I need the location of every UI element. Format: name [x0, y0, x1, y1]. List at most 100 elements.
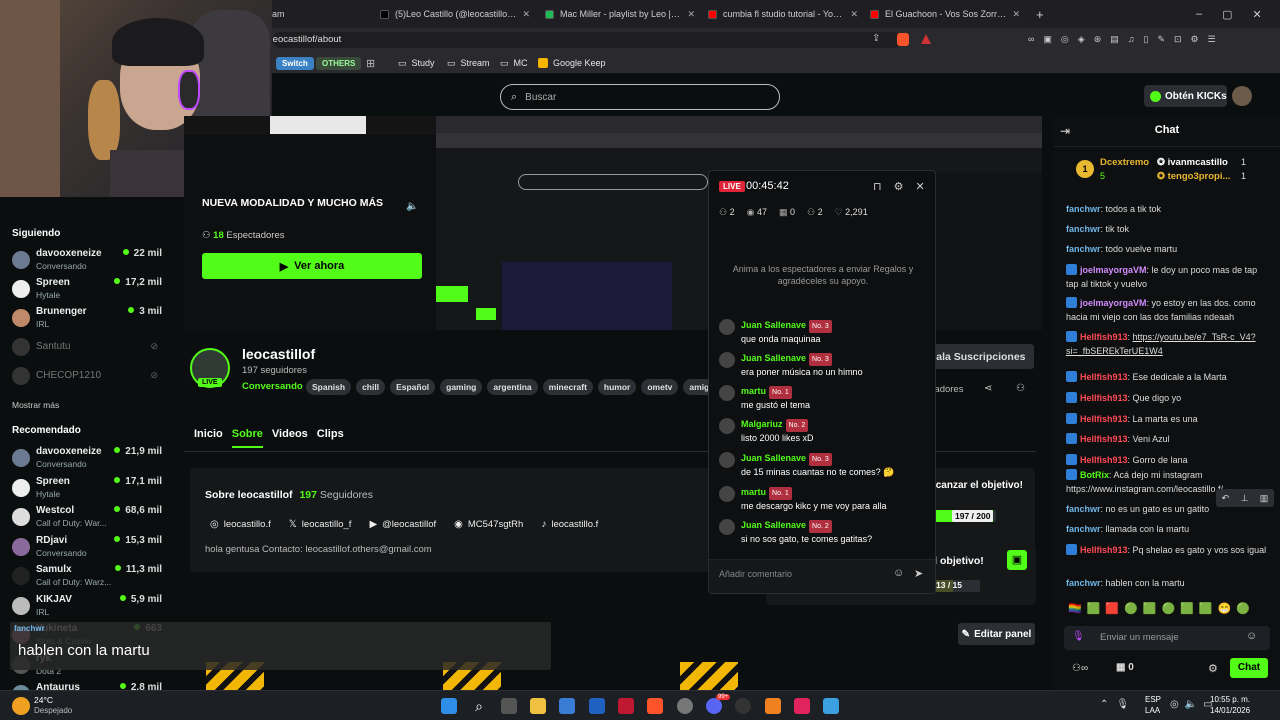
message-user[interactable]: fanchwr — [1066, 504, 1101, 514]
app-icon[interactable] — [589, 698, 605, 714]
show-more-link[interactable]: Mostrar más — [12, 400, 59, 410]
tab-close-icon[interactable]: ✕ — [687, 9, 695, 20]
message-user[interactable]: BotRix — [1080, 470, 1109, 480]
bookmark-stream[interactable]: ▭ Stream — [447, 55, 490, 71]
minimize-icon[interactable]: – — [1196, 8, 1202, 20]
message-user[interactable]: joelmayorgaVM — [1080, 298, 1147, 308]
weather-icon[interactable] — [12, 697, 30, 715]
social-link[interactable]: ♪ leocastillo.f — [541, 519, 598, 530]
browser-tab[interactable]: El Guachoon - Vos Sos Zorra - YouTu ✕ — [870, 4, 1020, 24]
bookmark-google-keep[interactable]: Google Keep — [538, 55, 606, 71]
user-avatar[interactable] — [1232, 86, 1252, 106]
tab-clips[interactable]: Clips — [317, 428, 344, 448]
chat-message[interactable]: Hellfish913: La marta es una — [1066, 412, 1272, 426]
watch-now-button[interactable]: ▶ Ver ahora — [202, 253, 422, 279]
discord-icon[interactable] — [706, 698, 722, 714]
channel-tag[interactable]: Español — [390, 379, 436, 395]
tray-icons[interactable]: ⌃🎙 — [1100, 699, 1137, 710]
send-icon[interactable]: ➤ — [914, 567, 923, 580]
apps-grid-icon[interactable]: ⊞ — [366, 55, 375, 71]
gifter-2[interactable]: ✪ ivanmcastillo — [1157, 157, 1263, 168]
chat-input[interactable]: 🎙 Enviar un mensaje ☺ — [1064, 626, 1270, 650]
tab-close-icon[interactable]: ✕ — [1012, 9, 1020, 20]
sidebar-channel[interactable]: RDjavi Conversando 15,3 mil — [12, 535, 162, 563]
chat-message[interactable]: joelmayorgaVM: le doy un poco mas de tap… — [1066, 263, 1272, 291]
social-link[interactable]: ◉ MC547sgtRh — [454, 519, 523, 530]
maximize-icon[interactable]: ▢ — [1222, 8, 1232, 21]
bookmark-study[interactable]: ▭ Study — [398, 55, 435, 71]
lock-icon[interactable]: ⊓ — [873, 181, 894, 193]
tab-videos[interactable]: Videos — [272, 428, 308, 448]
search-icon[interactable]: ⌕ — [471, 698, 487, 714]
message-user[interactable]: Hellfish913 — [1080, 332, 1128, 342]
sidebar-channel[interactable]: davooxeneize Conversando 22 mil — [12, 248, 162, 276]
tab-sobre[interactable]: Sobre — [231, 428, 263, 448]
social-link[interactable]: ▶ @leocastillof — [369, 519, 436, 530]
sidebar-channel[interactable]: Brunenger IRL 3 mil — [12, 306, 162, 334]
sidebar-channel[interactable]: Westcol Call of Duty: War... 68,6 mil — [12, 505, 162, 533]
channel-category[interactable]: Conversando — [242, 381, 303, 392]
notepad-icon[interactable] — [823, 698, 839, 714]
pin-icon[interactable]: ⊥ — [1241, 493, 1249, 504]
sidebar-channel[interactable]: KIKJAV IRL 5,9 mil — [12, 594, 162, 622]
tab-inicio[interactable]: Inicio — [194, 428, 223, 448]
url-field[interactable]: m/leocastillof/about ⇪ — [260, 32, 902, 48]
close-window-icon[interactable]: ✕ — [1253, 8, 1262, 21]
sidebar-channel[interactable]: Samulx Call of Duty: Warz... 11,3 mil — [12, 564, 162, 592]
reply-icon[interactable]: ↶ — [1222, 493, 1230, 504]
channel-tag[interactable]: argentina — [487, 379, 538, 395]
settings-icon[interactable] — [677, 698, 693, 714]
popup-chat-message[interactable]: Juan Sallenave No. 3 que onda maquinaa — [719, 319, 929, 346]
chat-message[interactable]: Hellfish913: Gorro de lana — [1066, 453, 1272, 467]
popup-chat-message[interactable]: Juan Sallenave No. 3 de 15 minas cuantas n… — [719, 452, 929, 479]
gift-box-icon[interactable]: ▣ — [1007, 550, 1027, 570]
fl-studio-icon[interactable] — [765, 698, 781, 714]
browser-tab[interactable]: am — [272, 4, 372, 24]
chat-message[interactable]: Hellfish913: Pq shelao es gato y vos sos… — [1066, 543, 1272, 557]
settings-icon[interactable]: ⚙ — [894, 181, 916, 193]
sidebar-channel-offline[interactable]: CHECOP1210 ⊘ — [12, 364, 162, 392]
message-user[interactable]: fanchwr — [1066, 244, 1101, 254]
tiktok-icon[interactable] — [794, 698, 810, 714]
channel-tag[interactable]: chill — [356, 379, 386, 395]
volume-icon[interactable]: 🔈 — [406, 201, 418, 212]
message-user[interactable]: fanchwr — [1066, 578, 1101, 588]
sidebar-channel[interactable]: davooxeneize Conversando 21,9 mil — [12, 446, 162, 474]
bookmark-others[interactable]: OTHERS — [316, 56, 362, 70]
top-gifter-name[interactable]: Dcextremo — [1100, 157, 1149, 168]
close-icon[interactable]: ✕ — [915, 181, 935, 193]
channel-tag[interactable]: gaming — [440, 379, 483, 395]
mic-icon[interactable]: 🎙 — [1072, 631, 1085, 642]
channel-tag[interactable]: Spanish — [306, 379, 352, 395]
lang-code[interactable]: ESP — [1145, 695, 1161, 704]
follow-icon[interactable]: ⚇ — [1016, 383, 1025, 394]
chat-message[interactable]: Hellfish913: https://youtu.be/e7_TsR-c_V… — [1066, 330, 1272, 358]
store-icon[interactable] — [559, 698, 575, 714]
message-user[interactable]: Hellfish913 — [1080, 372, 1128, 382]
comment-input[interactable]: Añadir comentario — [719, 569, 792, 579]
message-user[interactable]: fanchwr — [1066, 224, 1101, 234]
gifter-3[interactable]: ✪ tengo3propi... — [1157, 171, 1247, 182]
app-icon[interactable] — [618, 698, 634, 714]
share-icon[interactable]: ⇪ — [872, 33, 880, 44]
chat-message[interactable]: joelmayorgaVM: yo estoy en las dos. como… — [1066, 296, 1272, 324]
emoji-icon[interactable]: ☺ — [1246, 630, 1257, 642]
points-icon[interactable]: ⚇∞ — [1072, 663, 1088, 674]
brave-shield-icon[interactable] — [897, 33, 909, 46]
emoji-icon[interactable]: ☺ — [893, 567, 904, 579]
bookmark-switch[interactable]: Switch — [276, 56, 314, 70]
chat-message[interactable]: fanchwr: todos a tik tok — [1066, 202, 1272, 216]
popup-chat-message[interactable]: martu No. 1 me descargo kikc y me voy para… — [719, 486, 929, 513]
start-icon[interactable] — [441, 698, 457, 714]
sidebar-channel[interactable]: Spreen Hytale 17,1 mil — [12, 476, 162, 504]
popup-chat-message[interactable]: Malgariuz No. 2 listo 2000 likes xD — [719, 418, 929, 445]
chat-settings-icon[interactable]: ⚙ — [1208, 662, 1218, 675]
clock-time[interactable]: 10:55 p. m. — [1210, 695, 1250, 704]
chat-message[interactable]: Hellfish913: Que digo yo — [1066, 391, 1272, 405]
new-tab-button[interactable]: + — [1036, 4, 1050, 24]
chat-message[interactable]: fanchwr: tik tok — [1066, 222, 1272, 236]
chat-message[interactable]: Hellfish913: Ese dedicale a la Marta — [1066, 370, 1272, 384]
bookmark-mc[interactable]: ▭ MC — [500, 55, 528, 71]
social-link[interactable]: ◎ leocastillo.f — [210, 519, 271, 530]
message-user[interactable]: Hellfish913 — [1080, 545, 1128, 555]
